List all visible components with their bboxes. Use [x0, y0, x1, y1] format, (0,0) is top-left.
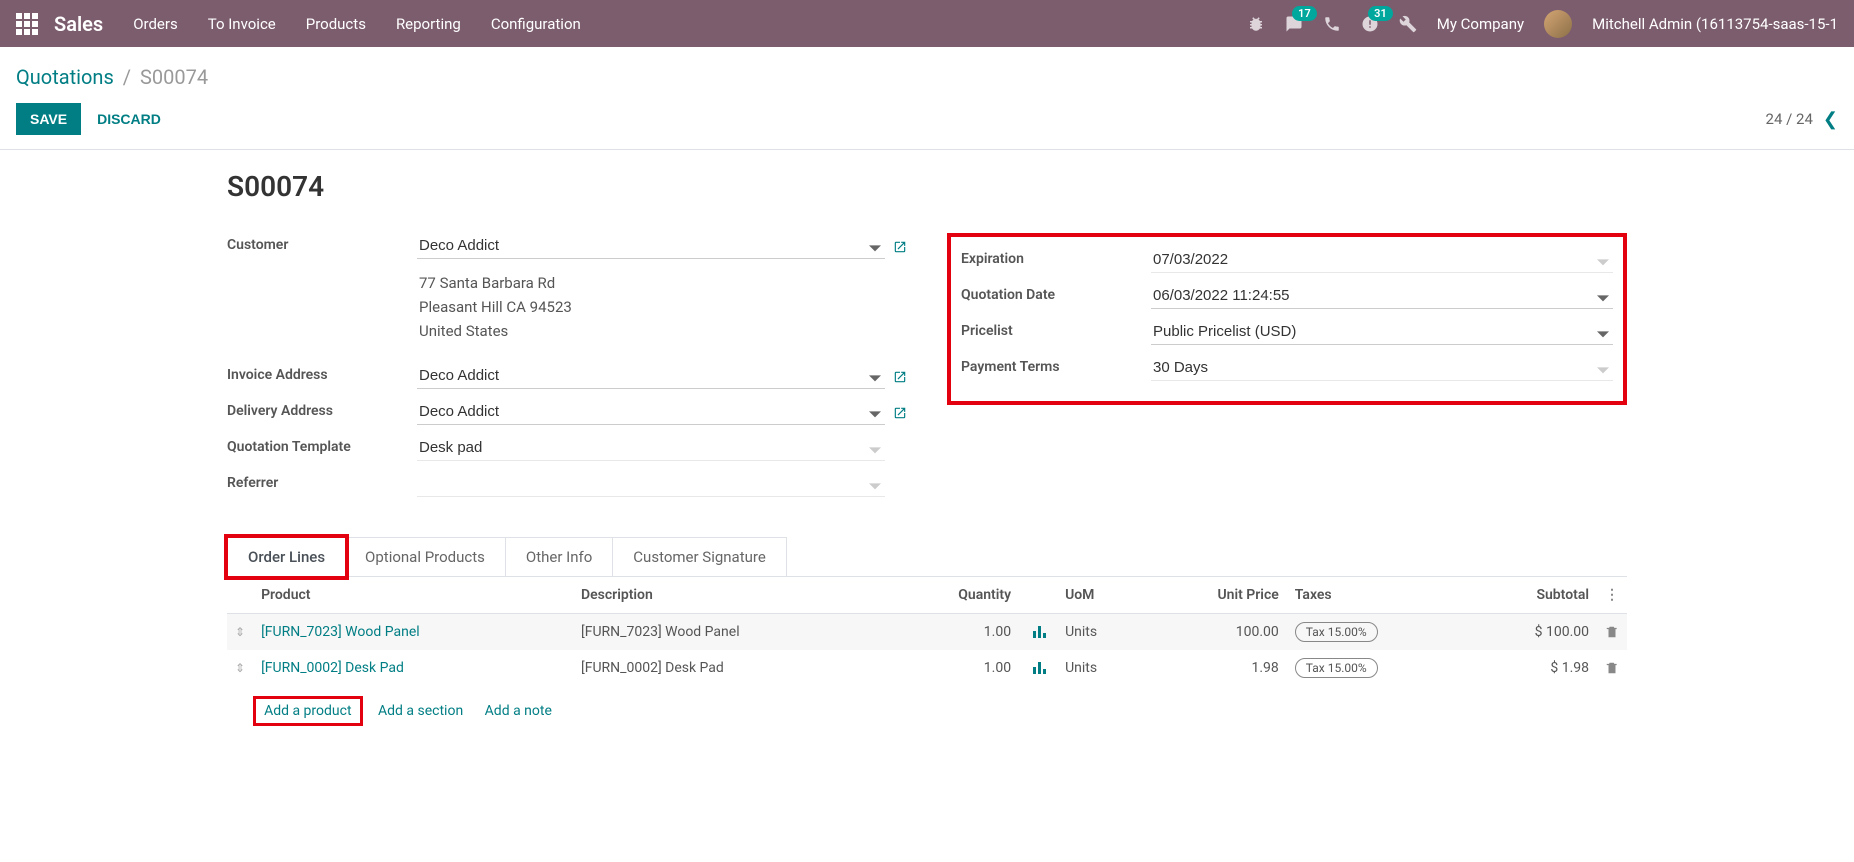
col-subtotal: Subtotal: [1468, 577, 1597, 614]
uom-cell[interactable]: Units: [1057, 650, 1145, 686]
add-note-link[interactable]: Add a note: [485, 703, 552, 719]
app-brand[interactable]: Sales: [54, 12, 103, 36]
payment-terms-field[interactable]: [1151, 355, 1613, 381]
form-sheet: S00074 Customer 77 Santa Barbara Rd Plea…: [197, 150, 1657, 756]
tax-chip[interactable]: Tax 15.00%: [1295, 658, 1378, 678]
table-row[interactable]: ⇕ [FURN_0002] Desk Pad [FURN_0002] Desk …: [227, 650, 1627, 686]
record-title: S00074: [227, 170, 1627, 203]
customer-label: Customer: [227, 233, 417, 253]
add-section-link[interactable]: Add a section: [378, 703, 463, 719]
price-cell[interactable]: 1.98: [1145, 650, 1287, 686]
delivery-address-label: Delivery Address: [227, 399, 417, 419]
tools-icon[interactable]: [1399, 14, 1417, 33]
uom-cell[interactable]: Units: [1057, 614, 1145, 651]
customer-address: 77 Santa Barbara Rd Pleasant Hill CA 945…: [417, 269, 885, 353]
qty-cell[interactable]: 1.00: [893, 650, 1019, 686]
referrer-field[interactable]: [417, 471, 885, 497]
form-left-col: Customer 77 Santa Barbara Rd Pleasant Hi…: [227, 233, 907, 507]
external-link-icon[interactable]: [893, 399, 907, 421]
tabs-container: Order Lines Optional Products Other Info…: [227, 537, 1627, 736]
phone-icon[interactable]: [1323, 14, 1341, 33]
nav-orders[interactable]: Orders: [133, 15, 178, 33]
discard-button[interactable]: DISCARD: [97, 111, 161, 127]
description-cell[interactable]: [FURN_0002] Desk Pad: [573, 650, 893, 686]
top-nav: Sales Orders To Invoice Products Reporti…: [0, 0, 1854, 47]
tab-optional-products[interactable]: Optional Products: [345, 538, 506, 576]
graph-icon[interactable]: [1033, 624, 1049, 640]
messages-badge: 17: [1292, 6, 1317, 21]
description-cell[interactable]: [FURN_7023] Wood Panel: [573, 614, 893, 651]
breadcrumb-parent[interactable]: Quotations: [16, 65, 114, 89]
quotation-date-field[interactable]: [1151, 283, 1613, 309]
save-button[interactable]: SAVE: [16, 103, 81, 135]
tab-other-info[interactable]: Other Info: [506, 538, 613, 576]
order-lines-table: Product Description Quantity UoM Unit Pr…: [227, 576, 1627, 736]
referrer-label: Referrer: [227, 471, 417, 491]
company-selector[interactable]: My Company: [1437, 15, 1524, 33]
graph-icon[interactable]: [1033, 660, 1049, 676]
breadcrumb: Quotations / S00074: [16, 65, 1838, 89]
col-product: Product: [253, 577, 573, 614]
add-row: Add a product Add a section Add a note: [227, 686, 1627, 736]
col-quantity: Quantity: [893, 577, 1019, 614]
form-right-col: Expiration Quotation Date Pricelist: [947, 233, 1627, 507]
bug-icon[interactable]: [1247, 14, 1265, 33]
breadcrumb-row: Quotations / S00074: [0, 47, 1854, 97]
product-link[interactable]: [FURN_0002] Desk Pad: [261, 660, 404, 676]
nav-menu: Orders To Invoice Products Reporting Con…: [133, 15, 581, 33]
messages-icon[interactable]: 17: [1285, 14, 1303, 33]
payment-terms-label: Payment Terms: [961, 355, 1151, 375]
invoice-address-field[interactable]: [417, 363, 885, 389]
action-row: SAVE DISCARD 24 / 24 ❮: [0, 97, 1854, 150]
add-product-link[interactable]: Add a product: [264, 703, 351, 719]
apps-icon[interactable]: [16, 13, 38, 35]
qty-cell[interactable]: 1.00: [893, 614, 1019, 651]
kebab-icon[interactable]: ⋮: [1605, 587, 1619, 603]
quotation-template-label: Quotation Template: [227, 435, 417, 455]
breadcrumb-current: S00074: [140, 65, 208, 89]
expiration-label: Expiration: [961, 247, 1151, 267]
nav-products[interactable]: Products: [306, 15, 366, 33]
highlight-box-dates: Expiration Quotation Date Pricelist: [947, 233, 1627, 405]
nav-to-invoice[interactable]: To Invoice: [208, 15, 276, 33]
user-avatar[interactable]: [1544, 10, 1572, 38]
nav-reporting[interactable]: Reporting: [396, 15, 461, 33]
pricelist-label: Pricelist: [961, 319, 1151, 339]
tax-chip[interactable]: Tax 15.00%: [1295, 622, 1378, 642]
pager-prev-icon[interactable]: ❮: [1823, 109, 1838, 130]
tab-order-lines[interactable]: Order Lines: [224, 534, 349, 580]
subtotal-cell: $ 1.98: [1468, 650, 1597, 686]
trash-icon[interactable]: [1605, 660, 1619, 676]
customer-field[interactable]: [417, 233, 885, 259]
user-menu[interactable]: Mitchell Admin (16113754-saas-15-1: [1592, 15, 1838, 33]
tabs: Order Lines Optional Products Other Info…: [227, 537, 787, 576]
expiration-field[interactable]: [1151, 247, 1613, 273]
activities-icon[interactable]: 31: [1361, 14, 1379, 33]
price-cell[interactable]: 100.00: [1145, 614, 1287, 651]
col-description: Description: [573, 577, 893, 614]
delivery-address-field[interactable]: [417, 399, 885, 425]
external-link-icon[interactable]: [893, 363, 907, 385]
col-uom: UoM: [1057, 577, 1145, 614]
pager-count: 24 / 24: [1766, 110, 1813, 128]
nav-configuration[interactable]: Configuration: [491, 15, 581, 33]
product-link[interactable]: [FURN_7023] Wood Panel: [261, 624, 420, 640]
quotation-template-field[interactable]: [417, 435, 885, 461]
col-taxes: Taxes: [1287, 577, 1468, 614]
drag-handle-icon[interactable]: ⇕: [235, 661, 245, 675]
invoice-address-label: Invoice Address: [227, 363, 417, 383]
subtotal-cell: $ 100.00: [1468, 614, 1597, 651]
col-unit-price: Unit Price: [1145, 577, 1287, 614]
table-row[interactable]: ⇕ [FURN_7023] Wood Panel [FURN_7023] Woo…: [227, 614, 1627, 651]
drag-handle-icon[interactable]: ⇕: [235, 625, 245, 639]
pricelist-field[interactable]: [1151, 319, 1613, 345]
tab-customer-signature[interactable]: Customer Signature: [613, 538, 786, 576]
activities-badge: 31: [1368, 6, 1393, 21]
external-link-icon[interactable]: [893, 233, 907, 255]
trash-icon[interactable]: [1605, 624, 1619, 640]
quotation-date-label: Quotation Date: [961, 283, 1151, 303]
pager: 24 / 24 ❮: [1766, 109, 1838, 130]
breadcrumb-sep: /: [123, 65, 131, 89]
